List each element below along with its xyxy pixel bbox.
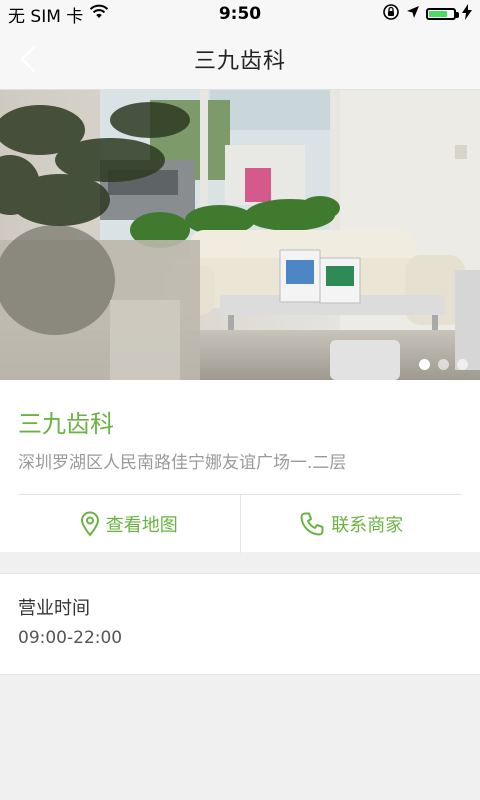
charging-bolt-icon — [462, 3, 472, 25]
battery-fill — [429, 11, 448, 17]
carrier-label: 无 SIM 卡 — [8, 6, 84, 27]
business-hours-value: 09:00-22:00 — [18, 628, 123, 648]
shop-name: 三九齿科 — [18, 410, 114, 438]
view-map-button[interactable]: 查看地图 — [18, 495, 240, 553]
phone-icon — [300, 512, 324, 536]
business-hours-label: 营业时间 — [18, 598, 90, 619]
shop-photo — [0, 90, 480, 380]
business-hours-card: 营业时间 09:00-22:00 — [0, 573, 480, 675]
carousel-dot-2[interactable] — [438, 359, 449, 370]
shop-address: 深圳罗湖区人民南路佳宁娜友谊广场一.二层 — [18, 453, 347, 473]
shop-photo-carousel[interactable] — [0, 90, 480, 380]
back-button[interactable] — [16, 44, 40, 74]
view-map-label: 查看地图 — [105, 515, 178, 536]
contact-merchant-button[interactable]: 联系商家 — [239, 495, 463, 553]
status-time: 9:50 — [218, 4, 262, 24]
contact-merchant-label: 联系商家 — [331, 515, 404, 536]
status-right — [382, 3, 480, 26]
page-title: 三九齿科 — [193, 48, 286, 74]
status-bar: 无 SIM 卡 9:50 — [0, 0, 480, 28]
shop-actions: 查看地图 联系商家 — [18, 494, 462, 553]
status-left: 无 SIM 卡 — [0, 2, 109, 27]
carousel-dot-1[interactable] — [419, 359, 430, 370]
lock-rotation-icon — [382, 3, 400, 26]
nav-bar: 三九齿科 — [0, 28, 480, 90]
location-arrow-icon — [406, 4, 420, 24]
back-chevron-icon — [20, 45, 36, 72]
shop-info-card: 三九齿科 深圳罗湖区人民南路佳宁娜友谊广场一.二层 查看地图 联系商家 — [0, 380, 480, 553]
map-pin-icon — [80, 511, 99, 537]
carousel-indicator — [419, 359, 468, 370]
battery-indicator — [426, 8, 459, 20]
wifi-icon — [89, 4, 109, 25]
carousel-dot-3[interactable] — [457, 359, 468, 370]
